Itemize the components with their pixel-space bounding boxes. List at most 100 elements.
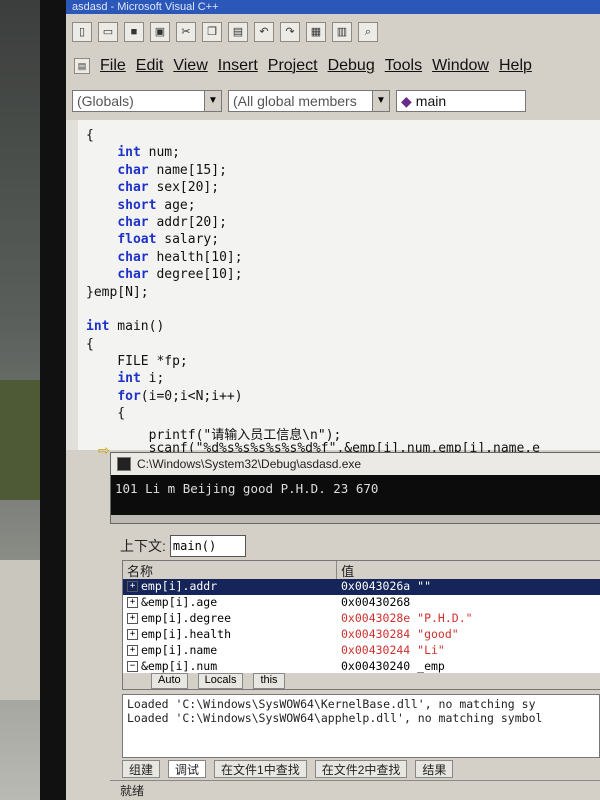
menu-view[interactable]: View bbox=[173, 57, 207, 75]
code-line: FILE *fp; bbox=[86, 354, 188, 370]
code-line: char name[15]; bbox=[117, 162, 227, 178]
menu-help[interactable]: Help bbox=[499, 57, 532, 75]
column-name-header[interactable]: 名称 bbox=[123, 561, 338, 579]
output-window: Loaded 'C:\Windows\SysWOW64\KernelBase.d… bbox=[122, 694, 600, 758]
members-value: (All global members bbox=[233, 93, 357, 109]
editor-gutter bbox=[66, 120, 78, 450]
tab-locals[interactable]: Locals bbox=[197, 673, 244, 689]
code-line: char degree[10]; bbox=[117, 267, 243, 283]
save-all-icon[interactable]: ▣ bbox=[150, 22, 170, 42]
variables-window: 名称 值 + emp[i].addr 0x0043026a "" + &emp[i].a… bbox=[122, 560, 600, 690]
members-combo[interactable]: (All global members ▼ bbox=[228, 90, 390, 112]
code-line: for(i=0;i<N;i++) bbox=[117, 388, 243, 404]
output-line: Loaded 'C:\Windows\SysWOW64\KernelBase.d… bbox=[127, 697, 536, 711]
new-file-icon[interactable]: ▯ bbox=[72, 22, 92, 42]
scope-value: (Globals) bbox=[77, 93, 134, 109]
variable-name: + &emp[i].age bbox=[123, 595, 337, 611]
chevron-down-icon[interactable]: ▼ bbox=[372, 91, 389, 111]
column-value-header[interactable]: 值 bbox=[337, 561, 600, 579]
menu-insert[interactable]: Insert bbox=[218, 57, 258, 75]
variable-name: + emp[i].name bbox=[123, 643, 337, 659]
variables-rows: + emp[i].addr 0x0043026a "" + &emp[i].age 0x0… bbox=[123, 579, 600, 675]
expand-icon[interactable]: + bbox=[127, 629, 138, 640]
find-icon[interactable]: ⌕ bbox=[358, 22, 378, 42]
code-line: { bbox=[86, 128, 94, 143]
app-menu-icon[interactable]: ▤ bbox=[74, 58, 90, 74]
undo-icon[interactable]: ↶ bbox=[254, 22, 274, 42]
code-line: { bbox=[86, 336, 94, 352]
variable-name: + emp[i].degree bbox=[123, 611, 337, 627]
cut-icon[interactable]: ✂ bbox=[176, 22, 196, 42]
menu-file[interactable]: File bbox=[100, 57, 126, 75]
context-select[interactable] bbox=[169, 535, 246, 557]
redo-icon[interactable]: ↷ bbox=[280, 22, 300, 42]
variable-name: + emp[i].health bbox=[123, 627, 337, 643]
chevron-down-icon[interactable]: ▼ bbox=[204, 91, 221, 111]
paste-icon[interactable]: ▤ bbox=[228, 22, 248, 42]
tab-results[interactable]: 结果 bbox=[415, 760, 454, 778]
variable-value: 0x00430284 "good" bbox=[341, 627, 459, 641]
variable-row[interactable]: + emp[i].degree 0x0043028e "P.H.D." bbox=[123, 611, 600, 627]
context-label: 上下文: bbox=[120, 538, 166, 554]
tab-find1[interactable]: 在文件1中查找 bbox=[214, 760, 307, 778]
output-tabs: 组建 调试 在文件1中查找 在文件2中查找 结果 bbox=[122, 760, 600, 778]
expand-icon[interactable]: + bbox=[127, 645, 138, 656]
console-scrollbar[interactable] bbox=[111, 515, 600, 523]
variables-tabs: Auto Locals this bbox=[123, 673, 600, 689]
menu-edit[interactable]: Edit bbox=[136, 57, 164, 75]
variable-row[interactable]: + &emp[i].age 0x00430268 bbox=[123, 595, 600, 611]
expand-icon[interactable]: + bbox=[127, 581, 138, 592]
context-bar: 上下文: bbox=[120, 534, 600, 558]
variable-name: + emp[i].addr bbox=[123, 579, 337, 595]
menu-project[interactable]: Project bbox=[268, 57, 318, 75]
variables-header: 名称 值 bbox=[123, 561, 600, 579]
variable-row[interactable]: + emp[i].health 0x00430284 "good" bbox=[123, 627, 600, 643]
menu-bar: ▤ File Edit View Insert Project Debug To… bbox=[66, 52, 600, 80]
collapse-icon[interactable]: − bbox=[127, 661, 138, 672]
code-line: int num; bbox=[117, 145, 180, 161]
tab-find2[interactable]: 在文件2中查找 bbox=[314, 760, 408, 778]
tab-this[interactable]: this bbox=[253, 673, 285, 689]
console-title: C:\Windows\System32\Debug\asdasd.exe bbox=[137, 457, 362, 471]
code-line: int i; bbox=[117, 371, 165, 387]
open-folder-icon[interactable]: ▭ bbox=[98, 22, 118, 42]
tab-build[interactable]: 组建 bbox=[122, 760, 161, 778]
code-line: float salary; bbox=[117, 232, 220, 248]
menu-window[interactable]: Window bbox=[432, 57, 489, 75]
status-bar: 就绪 bbox=[110, 780, 600, 800]
code-line: char health[10]; bbox=[117, 249, 243, 265]
save-icon[interactable]: ■ bbox=[124, 22, 144, 42]
scope-combo[interactable]: (Globals) ▼ bbox=[72, 90, 222, 112]
menu-tools[interactable]: Tools bbox=[385, 57, 422, 75]
function-icon: ◆ bbox=[401, 92, 412, 109]
code-line: }emp[N]; bbox=[86, 284, 149, 300]
variable-value: 0x0043026a "" bbox=[337, 579, 600, 595]
output-icon[interactable]: ▥ bbox=[332, 22, 352, 42]
function-value: main bbox=[415, 93, 447, 109]
expand-icon[interactable]: + bbox=[127, 597, 138, 608]
console-app-icon bbox=[117, 457, 131, 471]
tab-auto[interactable]: Auto bbox=[151, 673, 188, 689]
tab-debug[interactable]: 调试 bbox=[168, 760, 207, 778]
code-line: short age; bbox=[117, 197, 196, 213]
expand-icon[interactable]: + bbox=[127, 613, 138, 624]
workspace-icon[interactable]: ▦ bbox=[306, 22, 326, 42]
code-line: int main() bbox=[86, 319, 165, 335]
standard-toolbar: ▯ ▭ ■ ▣ ✂ ❐ ▤ ↶ ↷ ▦ ▥ ⌕ bbox=[66, 14, 600, 50]
console-window[interactable]: C:\Windows\System32\Debug\asdasd.exe 101… bbox=[110, 452, 600, 524]
ide-window: asdasd - Microsoft Visual C++ ▯ ▭ ■ ▣ ✂ … bbox=[66, 0, 600, 800]
output-line: Loaded 'C:\Windows\SysWOW64\apphelp.dll'… bbox=[127, 711, 543, 725]
variable-row[interactable]: + emp[i].addr 0x0043026a "" bbox=[123, 579, 600, 595]
wizard-bar: (Globals) ▼ (All global members ▼ ◆ main bbox=[66, 86, 600, 116]
console-titlebar: C:\Windows\System32\Debug\asdasd.exe bbox=[111, 453, 600, 475]
code-line: char addr[20]; bbox=[117, 214, 227, 230]
copy-icon[interactable]: ❐ bbox=[202, 22, 222, 42]
code-editor[interactable]: { int num; char name[15]; char sex[20]; … bbox=[66, 120, 600, 456]
menu-debug[interactable]: Debug bbox=[328, 57, 375, 75]
function-combo[interactable]: ◆ main bbox=[396, 90, 526, 112]
variable-value: 0x0043028e "P.H.D." bbox=[341, 611, 473, 625]
current-line-arrow-icon: ⇨ bbox=[98, 442, 110, 458]
variable-row[interactable]: + emp[i].name 0x00430244 "Li" bbox=[123, 643, 600, 659]
window-title: asdasd - Microsoft Visual C++ bbox=[66, 0, 600, 14]
